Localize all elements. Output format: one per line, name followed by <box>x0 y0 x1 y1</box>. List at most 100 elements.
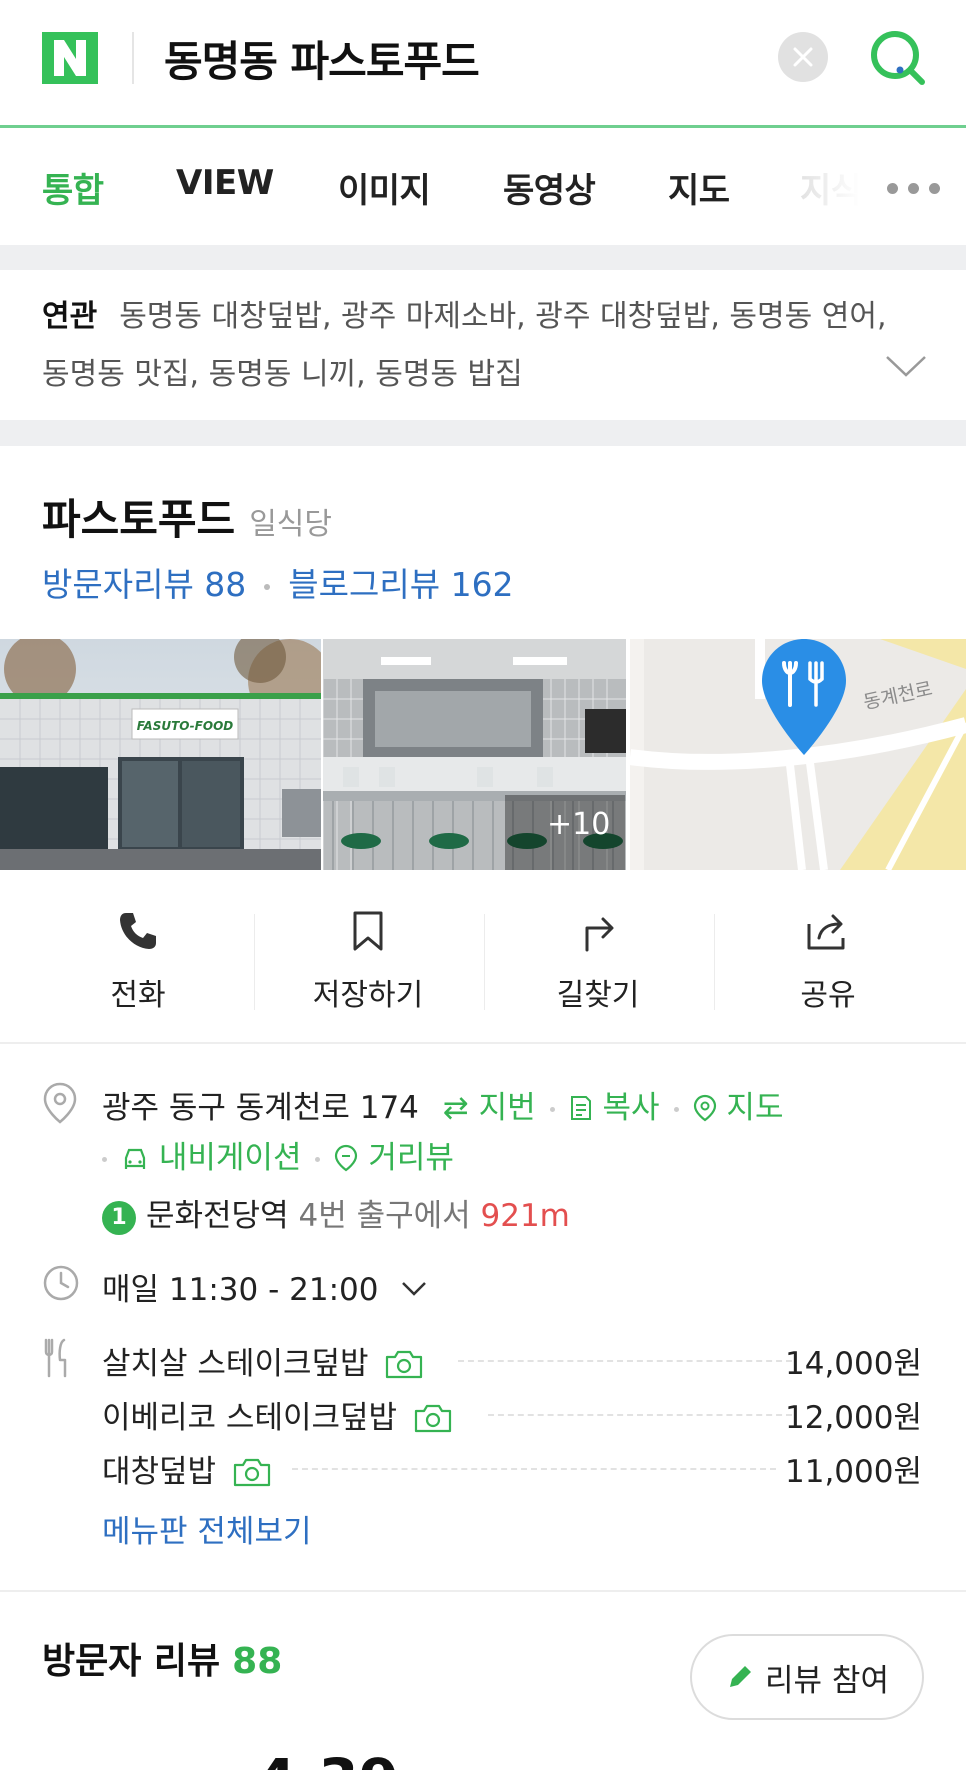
map-pin-icon <box>693 1094 716 1122</box>
menu-item-name: 살치살 스테이크덮밥 <box>102 1338 424 1383</box>
save-button[interactable]: 저장하기 <box>253 910 483 1014</box>
camera-icon[interactable] <box>232 1456 272 1488</box>
more-dot-icon <box>886 182 898 194</box>
action-bar: 전화 저장하기 길찾기 공유 <box>0 870 966 1044</box>
star-icon: ★ <box>557 1762 604 1770</box>
menu-item-price: 12,000원 <box>785 1400 922 1436</box>
tab-images[interactable]: 이미지 <box>338 163 431 212</box>
logo-divider <box>132 32 134 84</box>
share-label: 공유 <box>800 978 856 1013</box>
navigation-label: 내비게이션 <box>158 1140 302 1176</box>
tab-integrated[interactable]: 통합 <box>42 163 104 212</box>
related-keywords[interactable]: 동명동 대창덮밥, 광주 마제소바, 광주 대창덮밥, 동명동 연어, 동명동 … <box>42 299 887 392</box>
chevron-down-icon[interactable] <box>884 352 928 380</box>
close-icon <box>793 47 813 67</box>
more-tabs-button[interactable] <box>860 131 966 245</box>
menu-item[interactable]: 살치살 스테이크덮밥 14,000원 <box>102 1338 922 1382</box>
subway-info: 1 문화전당역 4번 출구에서 921m <box>102 1190 570 1235</box>
reviews-title: 방문자 리뷰 <box>42 1641 221 1682</box>
navigation-link[interactable]: 내비게이션 <box>121 1140 301 1176</box>
business-hours[interactable]: 매일 11:30 - 21:00 <box>102 1264 428 1309</box>
search-tabs: 통합 VIEW 이미지 동영상 지도 지식 <box>0 131 966 245</box>
separator-dot <box>315 1157 321 1162</box>
write-review-button[interactable]: 리뷰 참여 <box>690 1634 924 1720</box>
tab-map[interactable]: 지도 <box>668 163 730 212</box>
menu-name-text: 살치살 스테이크덮밥 <box>102 1346 369 1382</box>
subway-exit: 4번 출구에서 <box>298 1198 471 1234</box>
visitor-review-link[interactable]: 방문자리뷰 88 <box>42 565 246 604</box>
share-button[interactable]: 공유 <box>713 910 943 1014</box>
related-label: 연관 <box>42 299 98 334</box>
star-rating: ★★★★★ <box>462 1762 699 1770</box>
directions-label: 길찾기 <box>556 978 640 1013</box>
map-link[interactable]: 지도 <box>693 1090 784 1126</box>
menu-item[interactable]: 대창덮밥 11,000원 <box>102 1446 922 1490</box>
separator-dot <box>264 583 271 590</box>
subway-station: 문화전당역 <box>146 1198 289 1234</box>
place-name[interactable]: 파스토푸드 <box>42 495 235 544</box>
star-icon: ★ <box>604 1762 651 1770</box>
call-label: 전화 <box>110 978 166 1013</box>
phone-icon <box>120 913 156 949</box>
copy-label: 복사 <box>602 1090 660 1126</box>
tab-view[interactable]: VIEW <box>176 163 274 203</box>
map-thumbnail[interactable]: 동계천로 <box>630 639 966 870</box>
copy-icon <box>570 1096 591 1120</box>
directions-button[interactable]: 길찾기 <box>483 910 713 1014</box>
reviews-count: 88 <box>232 1641 283 1682</box>
pencil-icon <box>730 1666 752 1687</box>
visitor-reviews-section: 방문자 리뷰88 리뷰 참여 4.39/5 ★★★★★ <box>0 1590 966 1770</box>
bookmark-icon <box>353 911 383 951</box>
place-title[interactable]: 파스토푸드 일식당 <box>42 486 332 547</box>
more-dot-icon <box>907 182 919 194</box>
streetview-label: 거리뷰 <box>368 1140 454 1176</box>
rating-value: 4.39 <box>256 1746 399 1770</box>
chevron-down-icon <box>402 1282 427 1296</box>
location-pin-icon <box>43 1082 77 1124</box>
subway-line-badge: 1 <box>102 1200 136 1235</box>
menu-item-name: 이베리코 스테이크덮밥 <box>102 1392 453 1437</box>
view-full-menu-link[interactable]: 메뉴판 전체보기 <box>102 1506 312 1551</box>
address-line: 광주 동구 동계천로 174 ⇄ 지번 복사 지도 <box>102 1082 783 1127</box>
naver-logo[interactable] <box>42 32 98 84</box>
separator-dot <box>549 1107 555 1112</box>
review-links: 방문자리뷰 88 블로그리뷰 162 <box>42 558 514 606</box>
save-label: 저장하기 <box>312 978 424 1013</box>
camera-icon[interactable] <box>413 1402 453 1434</box>
blog-review-link[interactable]: 블로그리뷰 162 <box>288 565 513 604</box>
streetview-link[interactable]: 거리뷰 <box>334 1140 454 1176</box>
storefront-photo[interactable]: FASUTO-FOOD <box>0 639 321 870</box>
photo-more-count[interactable]: +10 <box>547 807 610 842</box>
tab-fade <box>790 131 860 245</box>
menu-item[interactable]: 이베리코 스테이크덮밥 12,000원 <box>102 1392 922 1436</box>
section-divider <box>0 245 966 270</box>
related-text-block: 연관 동명동 대창덮밥, 광주 마제소바, 광주 대창덮밥, 동명동 연어, 동명… <box>42 288 912 404</box>
menu-item-price: 11,000원 <box>785 1454 922 1490</box>
search-header: 동명동 파스토푸드 <box>0 0 966 128</box>
write-review-label: 리뷰 참여 <box>765 1662 889 1699</box>
star-icon: ★ <box>652 1762 699 1770</box>
star-icon: ★ <box>509 1762 556 1770</box>
clear-search-button[interactable] <box>778 32 828 82</box>
star-icon: ★ <box>462 1762 509 1770</box>
hours-text: 매일 11:30 - 21:00 <box>102 1272 379 1308</box>
search-icon[interactable] <box>866 26 930 90</box>
reviews-heading: 방문자 리뷰 88 <box>42 1632 282 1684</box>
address-text: 광주 동구 동계천로 174 <box>102 1090 419 1126</box>
menu-item-name: 대창덮밥 <box>102 1446 272 1491</box>
jibun-link[interactable]: ⇄ 지번 <box>443 1090 536 1126</box>
camera-icon[interactable] <box>384 1348 424 1380</box>
more-dot-icon <box>928 182 940 194</box>
dotted-leader <box>488 1414 792 1416</box>
subway-distance: 921m <box>480 1198 570 1234</box>
place-category: 일식당 <box>249 507 333 542</box>
copy-link[interactable]: 복사 <box>569 1090 660 1126</box>
page: 동명동 파스토푸드 통합 VIEW 이미지 동영상 지도 지식 연관동명동 대창… <box>0 0 966 1770</box>
car-icon <box>124 1148 146 1169</box>
tab-video[interactable]: 동영상 <box>503 163 596 212</box>
map-label: 지도 <box>726 1090 784 1126</box>
call-button[interactable]: 전화 <box>23 910 253 1014</box>
utensils-icon <box>44 1338 67 1378</box>
related-searches: 연관 동명동 대창덮밥, 광주 마제소바, 광주 대창덮밥, 동명동 연어, 동명… <box>0 270 966 420</box>
search-input[interactable]: 동명동 파스토푸드 <box>164 28 480 89</box>
